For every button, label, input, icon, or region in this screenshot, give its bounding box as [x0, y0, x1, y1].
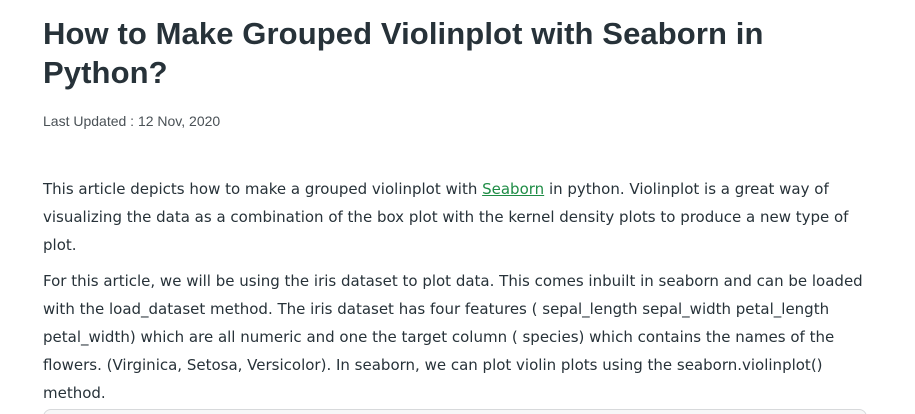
article-content: This article depicts how to make a group…	[43, 175, 883, 407]
paragraph-intro: This article depicts how to make a group…	[43, 175, 883, 259]
code-block	[43, 409, 867, 414]
paragraph-intro-text-before: This article depicts how to make a group…	[43, 180, 483, 198]
last-updated: Last Updated : 12 Nov, 2020	[43, 112, 883, 130]
seaborn-link[interactable]: Seaborn	[482, 180, 544, 198]
article: How to Make Grouped Violinplot with Seab…	[43, 0, 883, 414]
paragraph-dataset: For this article, we will be using the i…	[43, 272, 863, 402]
page-title: How to Make Grouped Violinplot with Seab…	[43, 16, 764, 90]
last-updated-date: 12 Nov, 2020	[137, 113, 221, 129]
last-updated-label: Last Updated :	[43, 113, 138, 129]
